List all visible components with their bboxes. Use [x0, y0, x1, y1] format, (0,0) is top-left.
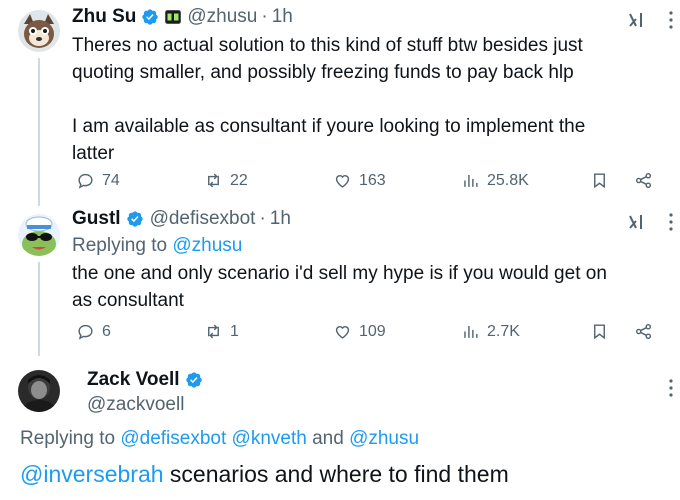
reply-count: 6	[102, 322, 111, 340]
tweet-text: the one and only scenario i'd sell my hy…	[72, 260, 662, 314]
view-count: 25.8K	[487, 171, 529, 189]
share-button[interactable]	[634, 322, 653, 341]
avatar-image	[18, 370, 60, 412]
views-icon	[464, 325, 478, 338]
text-line: Theres no actual solution to this kind o…	[72, 35, 583, 56]
focal-tweet[interactable]: Zack Voell @zackvoell Replying to @defis…	[0, 352, 680, 500]
verified-badge-icon	[126, 211, 143, 227]
mention-link[interactable]: @zhusu	[172, 235, 242, 256]
author-name[interactable]: Zhu Su	[72, 6, 136, 28]
avatar-image	[18, 214, 60, 256]
more-options-icon[interactable]	[668, 10, 674, 30]
mention-link[interactable]: @knveth	[232, 428, 307, 449]
share-icon	[635, 172, 652, 189]
avatar-image	[18, 10, 60, 52]
author-handle[interactable]: @defisexbot	[150, 208, 256, 230]
more-options-icon[interactable]	[668, 378, 674, 398]
like-count: 163	[359, 171, 386, 189]
like-button[interactable]: 163	[333, 171, 386, 190]
tweet-text: Theres no actual solution to this kind o…	[72, 32, 662, 167]
repost-count: 22	[230, 171, 248, 189]
tweet-header: Gustl @defisexbot · 1h	[72, 208, 291, 230]
text-line	[72, 86, 662, 113]
like-count: 109	[359, 322, 386, 340]
repost-button[interactable]: 1	[204, 322, 239, 341]
bookmark-icon	[594, 173, 605, 189]
views-icon	[464, 174, 478, 187]
repost-icon	[208, 173, 219, 188]
author-handle[interactable]: @zackvoell	[87, 394, 184, 416]
reply-icon	[78, 324, 93, 340]
grok-icon[interactable]	[626, 212, 646, 232]
grok-icon[interactable]	[626, 10, 646, 30]
timestamp[interactable]: 1h	[272, 6, 293, 28]
reply-count: 74	[102, 171, 120, 189]
like-button[interactable]: 109	[333, 322, 386, 341]
views-button[interactable]: 2.7K	[461, 322, 520, 341]
action-bar: 6 1 109 2.7K	[0, 322, 680, 344]
mention-link[interactable]: @zhusu	[349, 428, 419, 449]
share-icon	[635, 323, 652, 340]
author-name[interactable]: Gustl	[72, 208, 121, 230]
avatar[interactable]	[18, 214, 60, 256]
mention-link[interactable]: @defisexbot	[120, 428, 226, 449]
text-rest: scenarios and where to find them	[163, 461, 509, 487]
author-name-row: Zack Voell	[87, 369, 203, 391]
reply-icon	[78, 173, 93, 189]
replying-to: Replying to @defisexbot @knveth and @zhu…	[20, 428, 419, 450]
bookmark-button[interactable]	[590, 171, 609, 190]
exchange-badge-icon	[165, 10, 182, 24]
verified-badge-icon	[185, 372, 202, 388]
author-name[interactable]: Zack Voell	[87, 369, 180, 391]
avatar[interactable]	[18, 10, 60, 52]
tweet-zhusu[interactable]: Zhu Su @zhusu · 1h Theres no actual solu…	[0, 0, 680, 206]
replying-prefix: Replying to	[72, 235, 168, 256]
text-line: I am available as consultant if youre lo…	[72, 116, 586, 137]
reply-button[interactable]: 6	[76, 322, 111, 341]
separator-dot: ·	[261, 6, 268, 27]
tweet-header: Zhu Su @zhusu · 1h	[72, 6, 293, 28]
repost-button[interactable]: 22	[204, 171, 248, 190]
tweet-gustl[interactable]: Gustl @defisexbot · 1h Replying to @zhus…	[0, 200, 680, 356]
views-button[interactable]: 25.8K	[461, 171, 529, 190]
timestamp[interactable]: 1h	[270, 208, 291, 230]
bookmark-icon	[594, 324, 605, 340]
heart-icon	[335, 326, 350, 339]
replying-prefix: Replying to	[20, 428, 116, 449]
reply-button[interactable]: 74	[76, 171, 120, 190]
tweet-text: @inversebrah scenarios and where to find…	[20, 461, 509, 488]
text-line: as consultant	[72, 290, 184, 311]
action-bar: 74 22 163 25.8K	[0, 171, 680, 193]
separator-dot: ·	[259, 208, 266, 229]
text-line: latter	[72, 143, 115, 164]
verified-badge-icon	[142, 9, 159, 25]
author-handle[interactable]: @zhusu	[187, 6, 257, 28]
text-line: quoting smaller, and possibly freezing f…	[72, 62, 574, 83]
avatar[interactable]	[18, 370, 60, 412]
heart-icon	[335, 175, 350, 188]
mention-link[interactable]: @inversebrah	[20, 461, 164, 487]
replying-to: Replying to @zhusu	[72, 235, 242, 257]
replying-and: and	[312, 428, 344, 449]
share-button[interactable]	[634, 171, 653, 190]
more-options-icon[interactable]	[668, 212, 674, 232]
bookmark-button[interactable]	[590, 322, 609, 341]
view-count: 2.7K	[487, 322, 520, 340]
repost-count: 1	[230, 322, 239, 340]
text-line: the one and only scenario i'd sell my hy…	[72, 263, 607, 284]
repost-icon	[208, 324, 219, 339]
